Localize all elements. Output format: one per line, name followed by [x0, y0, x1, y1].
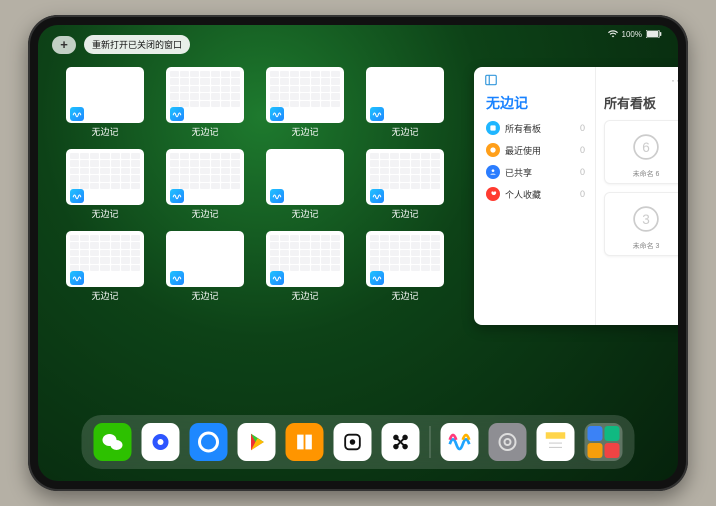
freeform-app-icon [170, 107, 184, 121]
window-thumb-6[interactable]: 无边记 [266, 149, 344, 227]
board-sketch: 6 [609, 125, 678, 169]
screen: 100% + 重新打开已关闭的窗口 无边记无边记无边记无边记无边记无边记无边记无… [38, 25, 678, 481]
freeform-panel[interactable]: ··· 无边记 所有看板 0 最近使用 0 已共享 0 个人收藏 0 所有看板 6 未命名 6 3… [474, 67, 678, 325]
dock [82, 415, 635, 469]
dock-books-icon[interactable] [286, 423, 324, 461]
panel-left: 无边记 所有看板 0 最近使用 0 已共享 0 个人收藏 0 [474, 67, 596, 325]
freeform-app-icon [70, 189, 84, 203]
battery-icon [646, 30, 662, 38]
panel-sidebar-icon[interactable] [484, 73, 498, 87]
dock-wechat-icon[interactable] [94, 423, 132, 461]
window-thumb-3[interactable]: 无边记 [366, 67, 444, 145]
panel-item-icon [486, 187, 500, 201]
window-thumb-11[interactable]: 无边记 [366, 231, 444, 309]
new-window-button[interactable]: + [52, 36, 76, 54]
panel-item-count: 0 [580, 123, 585, 133]
thumb-label: 无边记 [91, 125, 118, 138]
panel-item-1[interactable]: 最近使用 0 [486, 143, 585, 157]
panel-item-count: 0 [580, 189, 585, 199]
panel-title: 无边记 [486, 93, 585, 113]
wifi-icon [608, 29, 618, 39]
dock-recent-notes-icon[interactable] [537, 423, 575, 461]
freeform-app-icon [170, 189, 184, 203]
panel-right: 所有看板 6 未命名 6 3 未命名 3 [596, 67, 678, 325]
dock-qqbrowser-icon[interactable] [190, 423, 228, 461]
panel-more-icon[interactable]: ··· [671, 73, 678, 87]
window-thumb-1[interactable]: 无边记 [166, 67, 244, 145]
panel-item-0[interactable]: 所有看板 0 [486, 121, 585, 135]
svg-text:6: 6 [642, 140, 650, 155]
panel-item-count: 0 [580, 167, 585, 177]
dock-dice-icon[interactable] [334, 423, 372, 461]
panel-item-name: 已共享 [505, 166, 532, 179]
panel-item-count: 0 [580, 145, 585, 155]
thumb-label: 无边记 [191, 207, 218, 220]
dock-recent-freeform-icon[interactable] [441, 423, 479, 461]
freeform-app-icon [370, 189, 384, 203]
dock-app-library-icon[interactable] [585, 423, 623, 461]
panel-item-2[interactable]: 已共享 0 [486, 165, 585, 179]
thumb-label: 无边记 [291, 207, 318, 220]
panel-item-name: 最近使用 [505, 144, 541, 157]
freeform-app-icon [370, 107, 384, 121]
window-thumb-9[interactable]: 无边记 [166, 231, 244, 309]
freeform-app-icon [70, 107, 84, 121]
panel-top-bar: ··· [484, 73, 678, 87]
freeform-app-icon [270, 189, 284, 203]
thumb-label: 无边记 [191, 125, 218, 138]
dock-recent-settings-icon[interactable] [489, 423, 527, 461]
board-thumb-0[interactable]: 6 未命名 6 [604, 120, 678, 184]
dock-separator [430, 426, 431, 458]
window-thumb-0[interactable]: 无边记 [66, 67, 144, 145]
thumb-label: 无边记 [391, 289, 418, 302]
board-sketch: 3 [609, 197, 678, 241]
freeform-app-icon [170, 271, 184, 285]
board-thumb-1[interactable]: 3 未命名 3 [604, 192, 678, 256]
panel-item-icon [486, 165, 500, 179]
thumb-label: 无边记 [391, 207, 418, 220]
window-thumb-7[interactable]: 无边记 [366, 149, 444, 227]
thumb-label: 无边记 [91, 289, 118, 302]
content-area: 无边记无边记无边记无边记无边记无边记无边记无边记无边记无边记无边记无边记 ···… [66, 67, 650, 411]
thumb-label: 无边记 [191, 289, 218, 302]
thumb-label: 无边记 [291, 289, 318, 302]
freeform-app-icon [270, 271, 284, 285]
board-caption: 未命名 3 [609, 241, 678, 251]
board-caption: 未命名 6 [609, 169, 678, 179]
freeform-app-icon [370, 271, 384, 285]
svg-text:3: 3 [642, 212, 650, 227]
panel-item-3[interactable]: 个人收藏 0 [486, 187, 585, 201]
top-bar: + 重新打开已关闭的窗口 [52, 35, 190, 54]
window-grid: 无边记无边记无边记无边记无边记无边记无边记无边记无边记无边记无边记无边记 [66, 67, 444, 411]
dock-play-icon[interactable] [238, 423, 276, 461]
panel-item-name: 个人收藏 [505, 188, 541, 201]
window-thumb-10[interactable]: 无边记 [266, 231, 344, 309]
dock-quark-icon[interactable] [142, 423, 180, 461]
battery-percent: 100% [622, 30, 642, 39]
window-thumb-8[interactable]: 无边记 [66, 231, 144, 309]
panel-item-icon [486, 121, 500, 135]
dock-connect-icon[interactable] [382, 423, 420, 461]
freeform-app-icon [270, 107, 284, 121]
panel-right-title: 所有看板 [604, 93, 678, 112]
window-thumb-2[interactable]: 无边记 [266, 67, 344, 145]
thumb-label: 无边记 [91, 207, 118, 220]
reopen-closed-button[interactable]: 重新打开已关闭的窗口 [84, 35, 190, 54]
window-thumb-4[interactable]: 无边记 [66, 149, 144, 227]
panel-item-icon [486, 143, 500, 157]
ipad-frame: 100% + 重新打开已关闭的窗口 无边记无边记无边记无边记无边记无边记无边记无… [28, 15, 688, 491]
thumb-label: 无边记 [291, 125, 318, 138]
panel-item-name: 所有看板 [505, 122, 541, 135]
window-thumb-5[interactable]: 无边记 [166, 149, 244, 227]
thumb-label: 无边记 [391, 125, 418, 138]
status-bar: 100% [608, 29, 662, 39]
freeform-app-icon [70, 271, 84, 285]
